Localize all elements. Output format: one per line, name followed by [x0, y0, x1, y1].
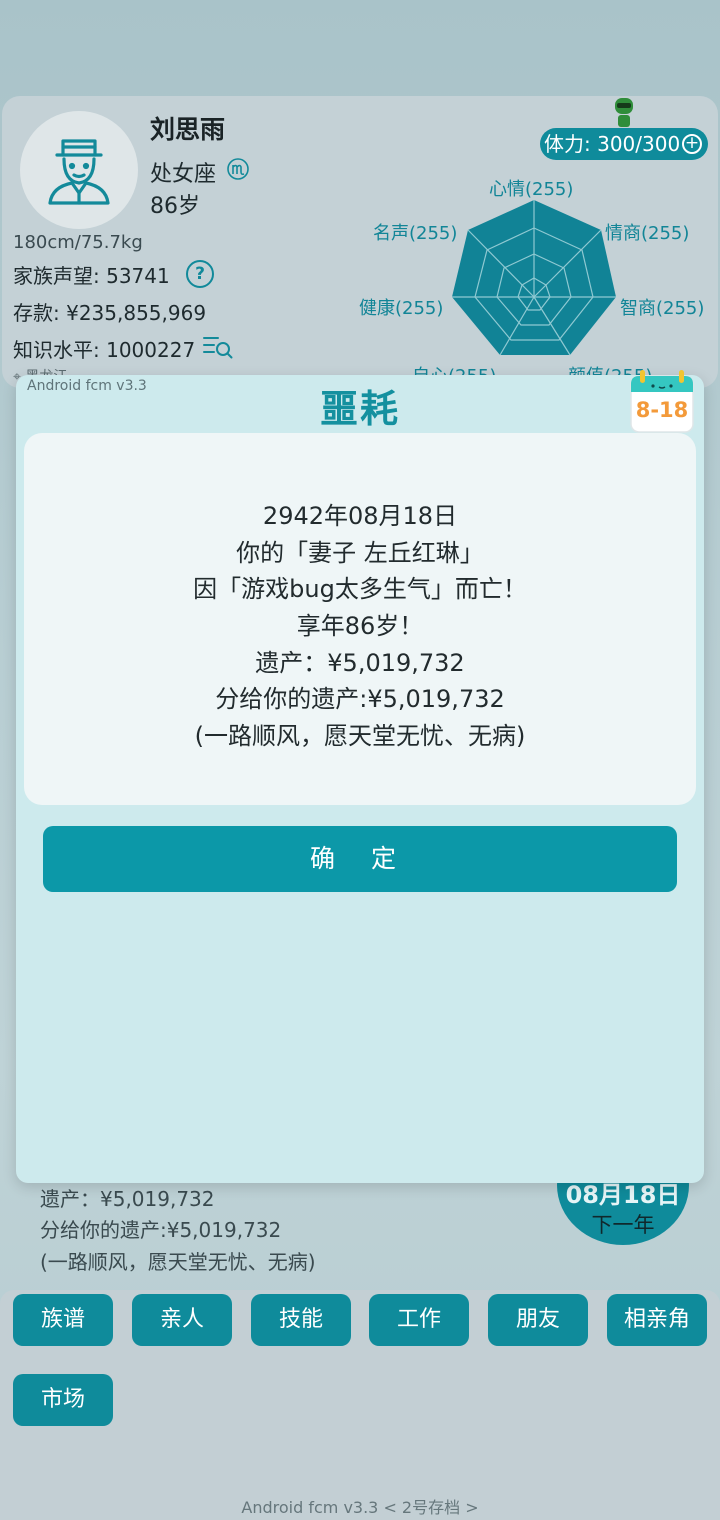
- confirm-button[interactable]: 确 定: [43, 826, 677, 892]
- family-prestige: 家族声望: 53741: [13, 264, 170, 288]
- next-year-label: 下一年: [591, 1213, 655, 1237]
- zodiac-label: 处女座: [150, 162, 217, 187]
- message-line: (一路顺风，愿天堂无忧、无病): [194, 722, 526, 750]
- nav-button-friends[interactable]: 朋友: [488, 1294, 588, 1346]
- player-name: 刘思雨: [150, 115, 226, 144]
- search-list-icon[interactable]: [202, 334, 234, 360]
- stamina-bar[interactable]: 体力: 300/300 +: [540, 128, 708, 160]
- virgo-icon: [226, 157, 250, 181]
- plus-icon[interactable]: +: [682, 134, 702, 154]
- nav-button-relatives[interactable]: 亲人: [132, 1294, 232, 1346]
- message-line: 分给你的遗产:¥5,019,732: [215, 685, 505, 713]
- message-line: 享年86岁！: [296, 612, 424, 640]
- message-line: 2942年08月18日: [262, 502, 458, 530]
- nav-button-work[interactable]: 工作: [369, 1294, 469, 1346]
- log-line: (一路顺风，愿天堂无忧、无病): [40, 1250, 316, 1274]
- radar-label-health: 健康(255): [359, 298, 444, 319]
- knowledge-level: 知识水平: 1000227: [13, 338, 196, 362]
- radar-label-iq: 智商(255): [620, 298, 705, 319]
- radar-label-fame: 名声(255): [373, 223, 458, 244]
- avatar-icon: [48, 139, 110, 205]
- calendar-date: 8-18: [635, 398, 689, 422]
- robot-icon[interactable]: [611, 96, 637, 130]
- log-line: 遗产：¥5,019,732: [40, 1187, 215, 1211]
- log-line: 分给你的遗产:¥5,019,732: [40, 1218, 282, 1242]
- dialog-title: 噩耗: [319, 387, 400, 431]
- nav-button-dating[interactable]: 相亲角: [607, 1294, 707, 1346]
- nav-button-market[interactable]: 市场: [13, 1374, 113, 1426]
- stamina-label: 体力: 300/300: [544, 132, 681, 156]
- nav-button-family-tree[interactable]: 族谱: [13, 1294, 113, 1346]
- avatar[interactable]: [20, 111, 138, 229]
- radar-label-eq: 情商(255): [605, 223, 690, 244]
- help-icon[interactable]: ?: [186, 260, 214, 288]
- message-line: 你的「妻子 左丘红琳」: [236, 539, 484, 567]
- calendar-icon: 8-18: [627, 366, 697, 436]
- age-label: 86岁: [150, 194, 200, 219]
- footer-save-slot[interactable]: Android fcm v3.3 < 2号存档 >: [0, 1494, 720, 1518]
- message-line: 遗产：¥5,019,732: [255, 649, 465, 677]
- radar-label-heart: 心情(255): [489, 179, 574, 200]
- savings: 存款: ¥235,855,969: [13, 301, 207, 325]
- message-line: 因「游戏bug太多生气」而亡！: [193, 575, 527, 603]
- height-weight: 180cm/75.7kg: [13, 232, 143, 253]
- nav-button-skills[interactable]: 技能: [251, 1294, 351, 1346]
